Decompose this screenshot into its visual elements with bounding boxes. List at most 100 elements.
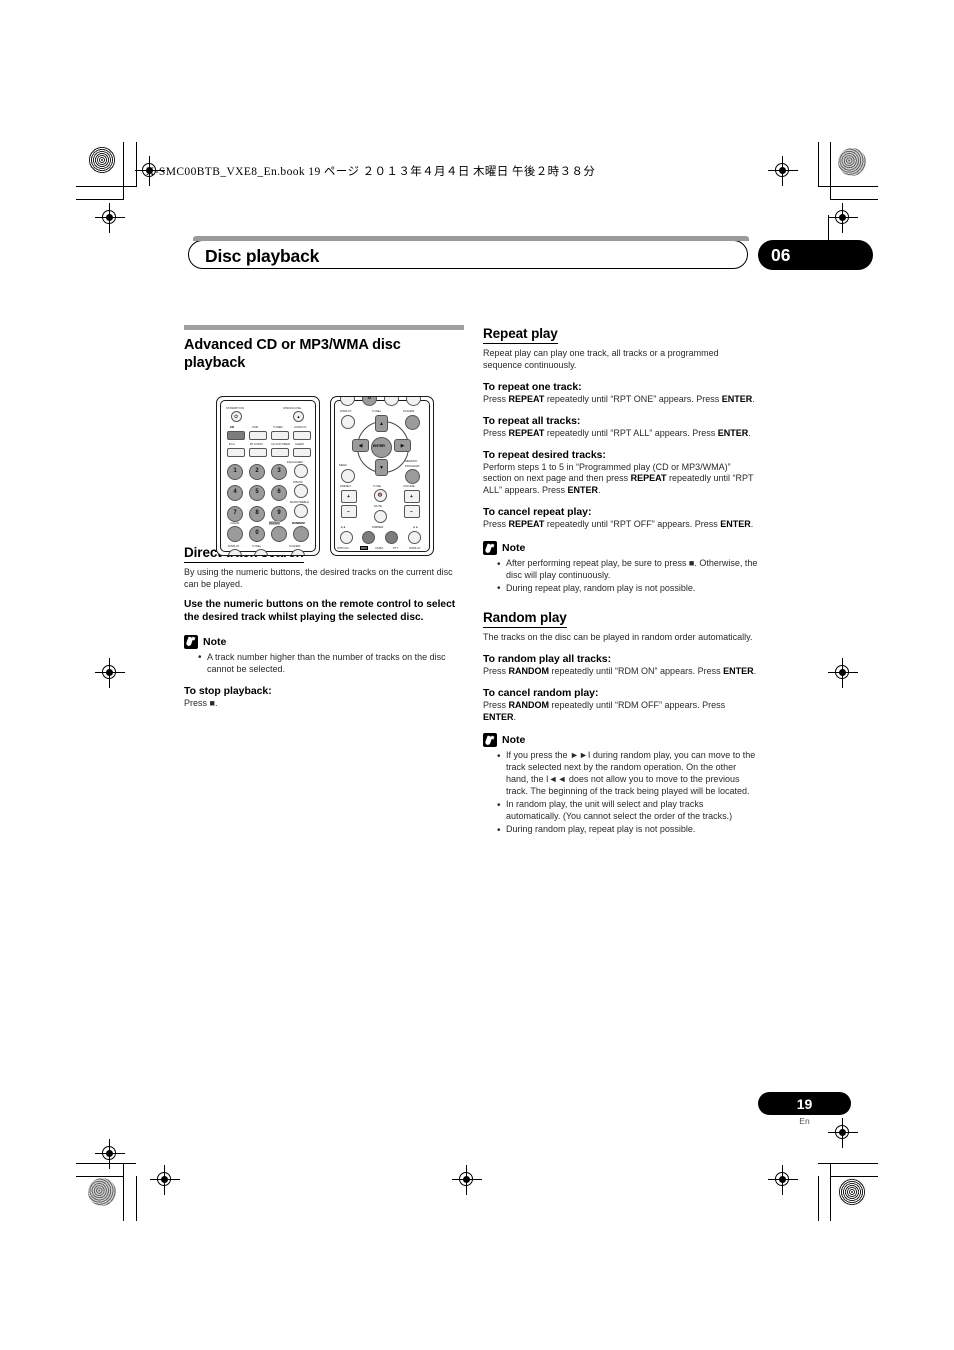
note-pencil-icon	[483, 541, 497, 555]
numeric-key-2-label: 2	[255, 468, 259, 474]
label-folder-left: FOLDER	[289, 544, 301, 548]
skip-back-button[interactable]	[340, 531, 353, 544]
registration-mark	[768, 1165, 798, 1195]
crop-mark	[830, 199, 878, 201]
crop-mark	[123, 1163, 125, 1221]
label-sleep: SLEEP	[295, 442, 304, 446]
sleep-button[interactable]	[293, 448, 311, 457]
dpad-left-button[interactable]: ◀	[352, 439, 369, 452]
numeric-key-1-label: 1	[233, 468, 237, 474]
random-play-intro: The tracks on the disc can be played in …	[483, 631, 753, 642]
label-preset: PRESET	[340, 484, 352, 488]
page-number-badge: 19	[758, 1092, 851, 1115]
repeat-play-heading: Repeat play	[483, 326, 558, 344]
tune-plus-button-left[interactable]	[254, 549, 268, 555]
registration-mark	[95, 1139, 125, 1169]
equalizer-button[interactable]	[294, 464, 308, 478]
clear-button[interactable]	[227, 526, 243, 542]
cd-button[interactable]	[227, 431, 245, 440]
display-button-left[interactable]	[228, 549, 242, 555]
tuner-button[interactable]	[271, 431, 289, 440]
folder-button-left[interactable]	[291, 549, 305, 555]
usb-button[interactable]	[249, 431, 267, 440]
book-header-line: X-SMC00BTB_VXE8_En.book 19 ページ ２０１３年４月４日…	[146, 166, 596, 178]
crop-mark	[818, 186, 878, 188]
note-bullet-list: A track number higher than the number of…	[184, 651, 464, 676]
menu-button[interactable]	[341, 469, 355, 483]
note-header: Note	[184, 634, 464, 649]
random-play-heading-wrap: Random play	[483, 609, 760, 630]
label-skip-back-icon: ◄◄	[340, 525, 346, 529]
crop-mark	[818, 1176, 820, 1221]
label-rds: RDS	[360, 546, 368, 550]
list-item: A track number higher than the number of…	[198, 651, 464, 676]
ipod-button[interactable]	[227, 448, 245, 457]
label-tune-plus: TUNE+	[372, 409, 382, 413]
label-cd: CD	[230, 425, 235, 429]
density-patch	[88, 146, 116, 174]
label-display-bottom: DISPLAY	[409, 546, 421, 550]
audio-in-button[interactable]	[293, 431, 311, 440]
chapter-tick	[828, 215, 830, 243]
display-button[interactable]	[341, 415, 355, 429]
memory-program-button[interactable]	[405, 469, 420, 484]
bt-audio-button[interactable]	[249, 448, 267, 457]
remote-left-unit: STANDBY/ON OPEN/CLOSE ⏻ ▲ CD USB TUNER A…	[216, 396, 320, 556]
label-repeat: REPEAT	[269, 521, 280, 525]
list-item: During random play, repeat play is not p…	[497, 824, 760, 837]
list-item: If you press the ►►I during random play,…	[497, 750, 760, 798]
numeric-key-6-label: 6	[277, 489, 281, 495]
numeric-key-5-label: 5	[255, 489, 259, 495]
numeric-key-7-label: 7	[233, 510, 237, 516]
repeat-play-heading-wrap: Repeat play	[483, 325, 760, 346]
dpad-down-button[interactable]: ▼	[375, 459, 388, 476]
label-mute: MUTE	[374, 504, 382, 508]
page-title: Disc playback	[205, 246, 320, 266]
dpad-up-button[interactable]: ▲	[375, 415, 388, 432]
label-tune-minus: TUNE-	[373, 484, 382, 488]
minus-icon-right: −	[410, 509, 413, 515]
crop-mark	[818, 1163, 878, 1165]
minus-icon-left: −	[347, 509, 350, 515]
enter-button-label: ENTER	[373, 444, 385, 448]
dpad-right-button[interactable]: ▶	[394, 439, 411, 452]
label-bt-audio: BT AUDIO	[250, 442, 263, 446]
density-patch	[838, 148, 866, 176]
numeric-key-0-label: 0	[255, 530, 259, 536]
label-folder: FOLDER	[403, 409, 415, 413]
repeat-play-intro: Repeat play can play one track, all trac…	[483, 348, 719, 370]
bass-treble-button[interactable]	[294, 504, 308, 518]
note-header: Note	[483, 541, 760, 555]
skip-forward-button[interactable]	[408, 531, 421, 544]
cancel-random-play-body: Press RANDOM repeatedly until “RDM OFF” …	[483, 699, 726, 722]
registration-mark	[828, 203, 858, 233]
dimmer-button[interactable]	[374, 510, 387, 523]
repeat-all-tracks-body: Press REPEAT repeatedly until “RPT ALL” …	[483, 427, 751, 438]
label-memory: MEMORY	[405, 459, 418, 463]
label-open-close: OPEN/CLOSE	[283, 406, 301, 410]
label-standby-on: STANDBY/ON	[226, 406, 244, 410]
label-display-top: DISPLAY	[340, 409, 352, 413]
label-dimmer: DIMMER	[372, 525, 384, 529]
folder-button[interactable]	[405, 415, 420, 430]
repeat-one-track-body: Press REPEAT repeatedly until “RPT ONE” …	[483, 393, 755, 404]
p-bass-button[interactable]	[294, 484, 308, 498]
label-pty: PTY	[393, 546, 399, 550]
plus-icon-right: +	[410, 494, 413, 500]
random-button[interactable]	[293, 526, 309, 542]
play-pause-button[interactable]	[385, 531, 398, 544]
clock-timer-button[interactable]	[271, 448, 289, 457]
direct-track-search-instruction: Use the numeric buttons on the remote co…	[184, 599, 456, 624]
list-item: During repeat play, random play is not p…	[497, 582, 760, 595]
note-label: Note	[502, 734, 526, 747]
repeat-one-track-heading: To repeat one track:	[483, 380, 582, 393]
density-patch	[88, 1178, 116, 1206]
stop-playback-heading: To stop playback:	[184, 684, 272, 697]
cancel-repeat-play-heading: To cancel repeat play:	[483, 506, 592, 519]
label-volume: VOLUME	[403, 484, 415, 488]
list-item: After performing repeat play, be sure to…	[497, 558, 760, 582]
stop-button[interactable]	[362, 531, 375, 544]
random-all-tracks-body: Press RANDOM repeatedly until “RDM ON” a…	[483, 665, 757, 676]
repeat-button[interactable]	[271, 526, 287, 542]
density-patch	[838, 1178, 866, 1206]
